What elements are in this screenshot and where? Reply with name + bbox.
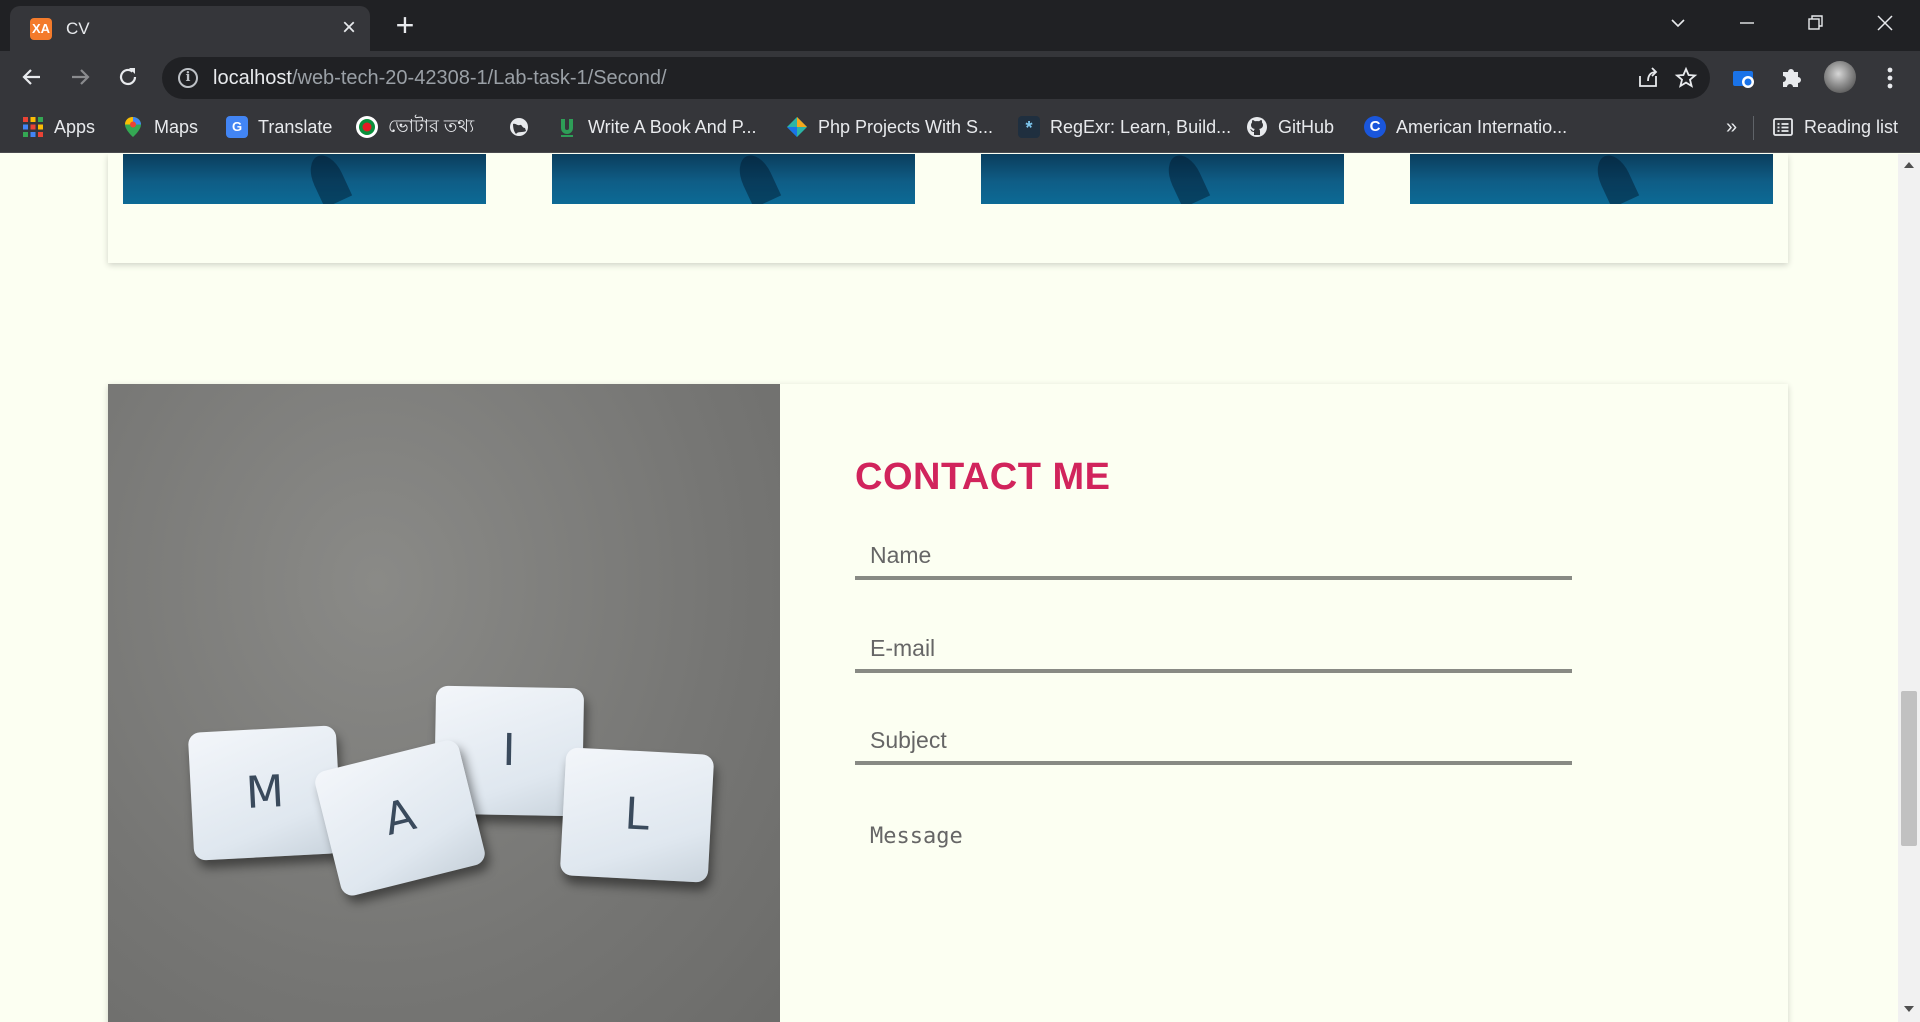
page-scrollbar[interactable] bbox=[1898, 154, 1920, 1022]
kebab-menu-icon[interactable] bbox=[1876, 64, 1904, 92]
tab-cv[interactable]: XA CV × bbox=[10, 6, 370, 51]
bookmark-write-a-book[interactable]: Write A Book And P... bbox=[556, 114, 756, 140]
extensions-puzzle-icon[interactable] bbox=[1777, 64, 1805, 92]
bookmark-voter-info[interactable]: ভোটার তথ্য bbox=[356, 114, 474, 140]
url-host: localhost bbox=[213, 67, 292, 89]
contact-title: CONTACT ME bbox=[855, 456, 1111, 498]
back-icon[interactable] bbox=[16, 61, 48, 93]
translate-icon: G bbox=[226, 116, 248, 138]
voter-info-icon bbox=[356, 116, 378, 138]
site-info-icon[interactable]: i bbox=[178, 68, 198, 88]
letter-tile: A bbox=[312, 737, 488, 899]
maps-pin-icon bbox=[122, 116, 144, 138]
reading-list-label: Reading list bbox=[1804, 116, 1899, 137]
scroll-down-arrow-icon[interactable] bbox=[1904, 1006, 1914, 1012]
bookmark-github[interactable]: GitHub bbox=[1246, 114, 1334, 140]
bookmark-label: RegExr: Learn, Build... bbox=[1050, 116, 1232, 137]
gallery-image bbox=[123, 154, 486, 204]
address-bar[interactable]: i localhost/web-tech-20-42308-1/Lab-task… bbox=[162, 57, 1710, 99]
github-icon bbox=[1246, 116, 1268, 138]
bookmark-label: GitHub bbox=[1278, 116, 1335, 137]
scroll-up-arrow-icon[interactable] bbox=[1904, 162, 1914, 168]
screen-capture-extension-icon[interactable] bbox=[1730, 64, 1758, 92]
globe-icon bbox=[508, 116, 530, 138]
bookmark-label: Translate bbox=[258, 116, 333, 137]
bookmarks-overflow-button[interactable]: » bbox=[1726, 114, 1737, 140]
aiub-icon: C bbox=[1364, 116, 1386, 138]
bookmarks-divider bbox=[1753, 116, 1754, 140]
reload-icon[interactable] bbox=[112, 61, 144, 93]
regexr-icon: * bbox=[1018, 116, 1040, 138]
apps-grid-icon bbox=[22, 116, 44, 138]
contact-section: M I L A CONTACT ME bbox=[108, 384, 1788, 1022]
forward-icon[interactable] bbox=[64, 61, 96, 93]
xampp-favicon-icon: XA bbox=[30, 18, 52, 40]
name-input[interactable] bbox=[855, 534, 1572, 580]
bookmark-label: Write A Book And P... bbox=[588, 116, 757, 137]
gallery-image bbox=[981, 154, 1344, 204]
share-icon[interactable] bbox=[1636, 66, 1660, 90]
message-textarea[interactable] bbox=[855, 824, 1572, 1004]
bookmarks-bar: Apps Maps G Translate ভোটার তথ্য Write A… bbox=[0, 104, 1920, 153]
url-text[interactable]: localhost/web-tech-20-42308-1/Lab-task-1… bbox=[213, 67, 667, 90]
bookmark-label: Php Projects With S... bbox=[818, 116, 994, 137]
subject-input[interactable] bbox=[855, 719, 1572, 765]
bookmark-label: ভোটার তথ্য bbox=[388, 115, 475, 136]
browser-titlebar: XA CV × + bbox=[0, 0, 1920, 51]
mail-tiles-photo: M I L A bbox=[108, 384, 780, 1022]
bookmark-label: American Internatio... bbox=[1396, 116, 1568, 137]
php-icon bbox=[786, 116, 808, 138]
bookmark-label: Apps bbox=[54, 116, 96, 137]
browser-toolbar: i localhost/web-tech-20-42308-1/Lab-task… bbox=[0, 51, 1920, 104]
minimize-icon[interactable] bbox=[1727, 8, 1767, 38]
book-icon bbox=[556, 116, 578, 138]
url-path: /web-tech-20-42308-1/Lab-task-1/Second/ bbox=[291, 67, 667, 89]
scroll-thumb[interactable] bbox=[1901, 691, 1917, 846]
new-tab-icon[interactable]: + bbox=[390, 9, 420, 41]
restore-icon[interactable] bbox=[1796, 8, 1836, 38]
bookmark-star-icon[interactable] bbox=[1674, 66, 1698, 90]
bookmark-maps[interactable]: Maps bbox=[122, 114, 198, 140]
bookmark-american-international[interactable]: C American Internatio... bbox=[1364, 114, 1567, 140]
close-window-icon[interactable] bbox=[1865, 8, 1905, 38]
bookmark-php-projects[interactable]: Php Projects With S... bbox=[786, 114, 993, 140]
gallery-image bbox=[552, 154, 915, 204]
reading-list-button[interactable]: Reading list bbox=[1772, 114, 1898, 140]
gallery-image bbox=[1410, 154, 1773, 204]
bookmark-apps[interactable]: Apps bbox=[22, 114, 95, 140]
bookmark-label: Maps bbox=[154, 116, 199, 137]
letter-tile: L bbox=[559, 747, 715, 883]
gallery-section bbox=[108, 154, 1788, 263]
bookmark-regexr[interactable]: * RegExr: Learn, Build... bbox=[1018, 114, 1231, 140]
profile-avatar[interactable] bbox=[1824, 61, 1856, 93]
page-viewport: M I L A CONTACT ME bbox=[0, 154, 1898, 1022]
tab-close-icon[interactable]: × bbox=[336, 15, 362, 41]
reading-list-icon bbox=[1772, 116, 1794, 138]
bookmark-globe[interactable] bbox=[508, 114, 530, 140]
email-input[interactable] bbox=[855, 627, 1572, 673]
tab-search-icon[interactable] bbox=[1658, 8, 1698, 38]
tab-title: CV bbox=[66, 19, 90, 38]
bookmark-translate[interactable]: G Translate bbox=[226, 114, 332, 140]
